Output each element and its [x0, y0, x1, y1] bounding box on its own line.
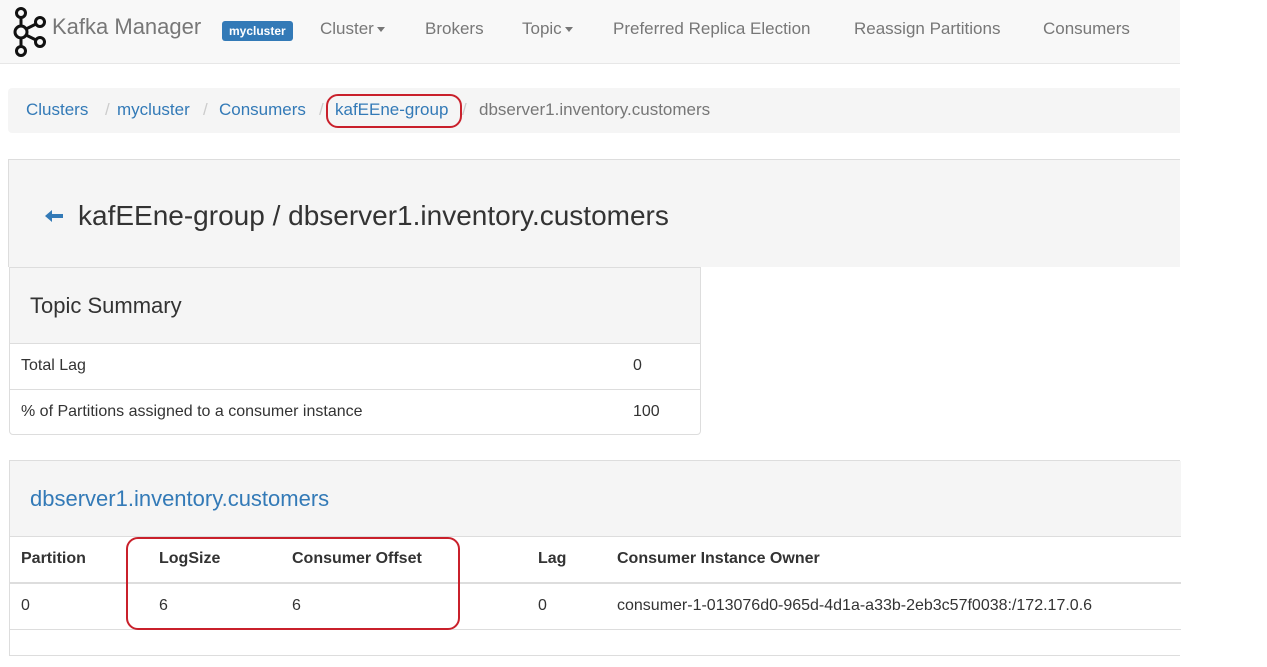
nav-reassign-partitions[interactable]: Reassign Partitions [854, 19, 1000, 39]
nav-cluster-dropdown[interactable]: Cluster [320, 19, 385, 39]
topic-summary-title: Topic Summary [30, 293, 182, 318]
topic-summary-header: Topic Summary [10, 268, 700, 344]
cluster-badge[interactable]: mycluster [222, 21, 293, 41]
partitions-header: dbserver1.inventory.customers [10, 461, 1181, 537]
summary-label: Total Lag [21, 357, 86, 374]
nav-consumers[interactable]: Consumers [1043, 19, 1130, 39]
nav-topic-label: Topic [522, 19, 562, 38]
caret-down-icon [376, 27, 385, 33]
breadcrumb-consumers[interactable]: Consumers [219, 100, 306, 120]
nav-cluster-label: Cluster [320, 19, 374, 38]
summary-label: % of Partitions assigned to a consumer i… [21, 403, 363, 420]
page-title: kafEEne-group / dbserver1.inventory.cust… [78, 200, 669, 231]
app-frame: Kafka Manager mycluster Cluster Brokers … [0, 0, 1181, 667]
kafka-logo-icon[interactable] [8, 6, 50, 58]
breadcrumb-separator: / [319, 100, 324, 119]
breadcrumb-separator: / [105, 100, 110, 119]
partitions-topic-link[interactable]: dbserver1.inventory.customers [30, 486, 329, 512]
breadcrumb-clusters[interactable]: Clusters [26, 100, 88, 120]
summary-value: 100 [633, 403, 660, 420]
nav-topic-dropdown[interactable]: Topic [522, 19, 573, 39]
column-header-partition: Partition [21, 550, 86, 567]
column-header-consumer-instance-owner: Consumer Instance Owner [617, 550, 820, 567]
column-header-lag: Lag [538, 550, 567, 567]
breadcrumb-topic-current: dbserver1.inventory.customers [479, 100, 711, 119]
breadcrumb-separator: / [203, 100, 208, 119]
top-navbar: Kafka Manager mycluster Cluster Brokers … [0, 0, 1180, 64]
topic-summary-panel: Topic Summary Total Lag 0 % of Partition… [9, 267, 701, 435]
cell-partition: 0 [21, 597, 30, 614]
nav-brokers[interactable]: Brokers [425, 19, 484, 39]
breadcrumb: Clusters / mycluster / Consumers / kafEE… [8, 88, 1180, 133]
highlight-consumer-group [326, 94, 462, 128]
arrow-left-icon[interactable] [45, 209, 63, 223]
caret-down-icon [564, 27, 573, 33]
cell-consumer-instance-owner: consumer-1-013076d0-965d-4d1a-a33b-2eb3c… [617, 597, 1093, 614]
brand-name[interactable]: Kafka Manager [52, 14, 201, 40]
summary-value: 0 [633, 357, 642, 374]
nav-preferred-replica-election[interactable]: Preferred Replica Election [613, 19, 810, 39]
cell-lag: 0 [538, 597, 547, 614]
summary-row-partitions-assigned: % of Partitions assigned to a consumer i… [10, 390, 700, 436]
page-header-panel: kafEEne-group / dbserver1.inventory.cust… [8, 159, 1180, 267]
breadcrumb-separator: / [462, 100, 467, 119]
breadcrumb-mycluster[interactable]: mycluster [117, 100, 190, 120]
highlight-logsize-offset [126, 537, 460, 630]
summary-row-total-lag: Total Lag 0 [10, 344, 700, 390]
